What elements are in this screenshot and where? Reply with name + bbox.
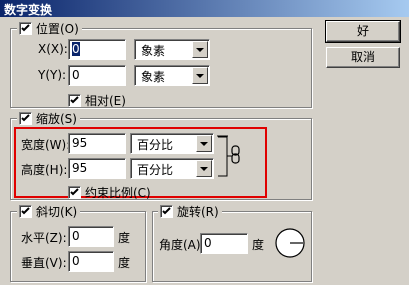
- skew-vertical-label: 垂直(V):: [21, 256, 67, 270]
- angle-input[interactable]: 0: [200, 233, 248, 254]
- y-input[interactable]: 0: [68, 65, 126, 86]
- constrain-checkbox[interactable]: [68, 186, 81, 199]
- x-unit-select[interactable]: 象素: [134, 39, 210, 60]
- skew-vertical-input[interactable]: 0: [68, 251, 114, 272]
- constrain-label: 约束比例(C): [85, 186, 151, 200]
- skew-legend[interactable]: 斜切(K): [17, 204, 81, 219]
- x-unit-value: 象素: [141, 44, 166, 58]
- x-input[interactable]: 0: [68, 39, 126, 60]
- dropdown-arrow-icon[interactable]: [192, 67, 208, 84]
- x-label: X(X):: [38, 42, 68, 56]
- height-unit-value: 百分比: [137, 163, 174, 177]
- title-bar: 数字变换: [0, 0, 409, 17]
- y-input-value: 0: [72, 68, 80, 82]
- relative-label: 相对(E): [85, 94, 126, 108]
- height-input[interactable]: 95: [68, 158, 126, 179]
- height-input-value: 95: [72, 161, 88, 175]
- ok-button[interactable]: 好: [325, 20, 401, 43]
- checkmark-icon: [70, 188, 79, 196]
- skew-horizontal-input[interactable]: 0: [68, 226, 114, 247]
- width-label: 宽度(W):: [21, 138, 71, 152]
- skew-horizontal-unit: 度: [118, 231, 131, 245]
- checkmark-icon: [21, 23, 30, 31]
- width-input[interactable]: 95: [68, 133, 126, 154]
- skew-horizontal-value: 0: [72, 229, 80, 243]
- checkmark-icon: [21, 113, 30, 121]
- y-unit-select[interactable]: 象素: [134, 65, 210, 86]
- height-unit-select[interactable]: 百分比: [130, 158, 214, 179]
- rotate-legend-label: 旋转(R): [177, 204, 219, 219]
- height-label: 高度(H):: [21, 163, 68, 177]
- y-label: Y(Y):: [38, 68, 67, 82]
- dropdown-arrow-icon[interactable]: [196, 160, 212, 177]
- chain-link-icon[interactable]: [217, 134, 245, 180]
- rotation-dial-icon[interactable]: [274, 227, 306, 259]
- skew-checkbox[interactable]: [19, 204, 32, 218]
- rotate-legend[interactable]: 旋转(R): [158, 204, 222, 219]
- checkmark-icon: [162, 206, 171, 214]
- cancel-button[interactable]: 取消: [326, 47, 400, 68]
- position-legend[interactable]: 位置(O): [17, 21, 82, 36]
- position-legend-label: 位置(O): [36, 21, 79, 36]
- angle-label: 角度(A):: [159, 238, 205, 252]
- angle-unit: 度: [252, 238, 265, 252]
- x-input-value: 0: [72, 42, 80, 56]
- scale-legend-label: 缩放(S): [36, 111, 77, 126]
- width-unit-value: 百分比: [137, 138, 174, 152]
- dropdown-arrow-icon[interactable]: [192, 41, 208, 58]
- skew-vertical-value: 0: [72, 254, 80, 268]
- window-title: 数字变换: [4, 3, 53, 17]
- y-unit-value: 象素: [141, 70, 166, 84]
- angle-input-value: 0: [204, 236, 212, 250]
- skew-legend-label: 斜切(K): [36, 204, 78, 219]
- width-input-value: 95: [72, 136, 88, 150]
- rotate-checkbox[interactable]: [160, 204, 173, 218]
- skew-vertical-unit: 度: [118, 256, 131, 270]
- checkmark-icon: [21, 206, 30, 214]
- relative-checkbox[interactable]: [68, 94, 81, 107]
- scale-legend[interactable]: 缩放(S): [17, 111, 80, 126]
- position-checkbox[interactable]: [19, 21, 32, 35]
- dropdown-arrow-icon[interactable]: [196, 135, 212, 152]
- checkmark-icon: [70, 96, 79, 104]
- relative-option[interactable]: 相对(E): [68, 92, 126, 109]
- constrain-option[interactable]: 约束比例(C): [68, 184, 151, 201]
- scale-checkbox[interactable]: [19, 111, 32, 125]
- width-unit-select[interactable]: 百分比: [130, 133, 214, 154]
- skew-horizontal-label: 水平(Z):: [21, 231, 67, 245]
